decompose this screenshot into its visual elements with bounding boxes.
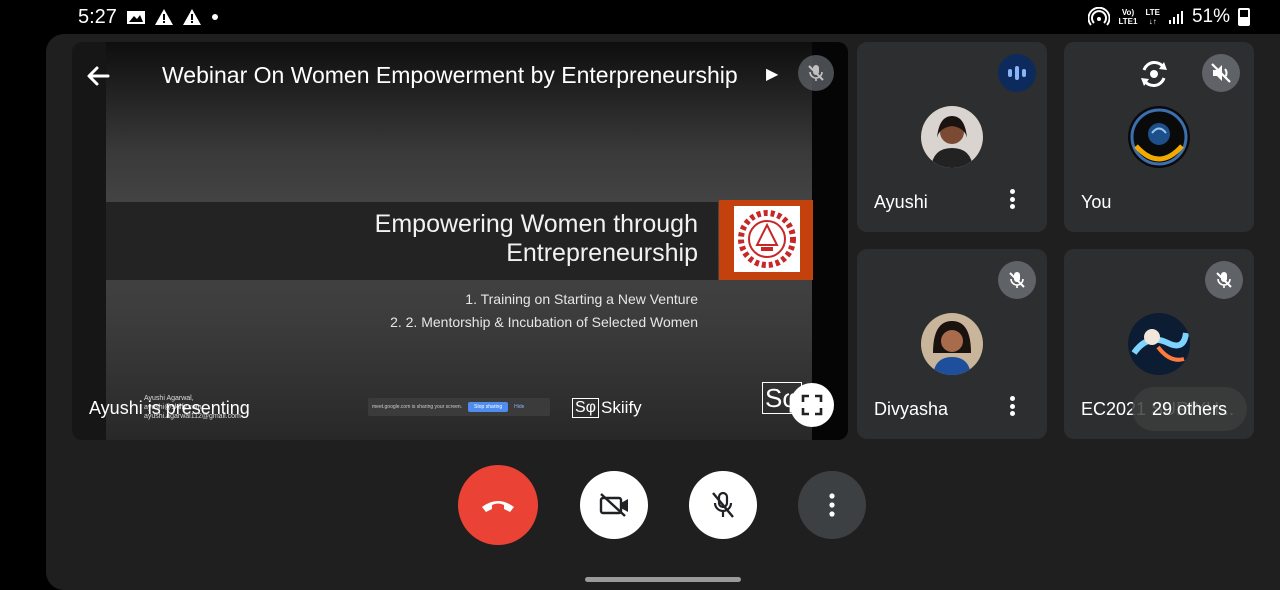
slide-title: Empowering Women through Entrepreneurshi… [374,210,698,267]
participant-tile-you[interactable]: You [1064,42,1254,232]
hide-link: Hide [514,404,525,410]
signal-icon [1168,11,1183,24]
phone-hangup-icon [482,501,514,512]
volte-indicator: Vo) LTE1 [1118,8,1138,26]
participant-name: You [1081,192,1112,212]
skiify-logo: Sφ Skiify [572,398,642,418]
fullscreen-button[interactable] [790,383,834,427]
speaking-indicator-icon [998,54,1036,92]
institute-logo [734,206,800,272]
letterbox-left [72,42,106,440]
home-indicator[interactable] [585,577,741,582]
camera-toggle-button[interactable] [580,471,648,539]
speaker-off-icon[interactable] [1202,54,1240,92]
dot-icon [212,14,218,20]
notification-icons [126,8,220,26]
letterbox-right [812,42,848,440]
others-count-badge[interactable]: 29 others [1132,387,1247,431]
participant-tile-others[interactable]: EC2021 SURIYH... 29 others [1064,249,1254,439]
more-vert-icon [829,493,835,517]
stop-sharing-button: Stop sharing [468,402,509,412]
more-options-button[interactable] [798,471,866,539]
mic-toggle-button[interactable] [689,471,757,539]
more-options-icon[interactable] [1005,393,1019,419]
presentation-tile[interactable]: Empowering Women through Entrepreneurshi… [72,42,848,440]
chevron-right-icon[interactable]: ▶ [766,64,778,84]
warning-icon [155,9,173,25]
meeting-title[interactable]: Webinar On Women Empowerment by Enterpre… [162,62,738,89]
hotspot-icon [1088,7,1111,26]
avatar [921,106,983,168]
back-arrow-icon[interactable] [84,62,112,90]
switch-camera-icon[interactable] [1136,56,1172,92]
presenting-label: Ayushi is presenting [89,398,250,418]
battery-percent: 51% [1191,6,1230,27]
participant-tile-divyasha[interactable]: Divyasha [857,249,1047,439]
status-right: Vo) LTE1 LTE ↓↑ 51% [1088,6,1250,28]
clock: 5:27 [78,6,117,28]
lte-indicator: LTE ↓↑ [1145,8,1160,26]
battery-icon [1238,8,1250,26]
mic-off-icon [712,491,734,518]
avatar [921,313,983,375]
avatar [1128,106,1190,168]
mic-off-icon [1205,261,1243,299]
hang-up-button[interactable] [458,465,538,545]
slide-bullet-1: 1. Training on Starting a New Venture [465,291,698,307]
screen-share-notice: meet.google.com is sharing your screen. … [368,398,550,416]
image-icon [127,11,145,24]
mic-off-icon [998,261,1036,299]
participant-name: Ayushi [874,192,928,212]
warning-icon [183,9,201,25]
fullscreen-icon [801,394,823,416]
presenter-mic-off-icon [798,55,834,91]
slide-bullet-2: 2. 2. Mentorship & Incubation of Selecte… [390,314,698,330]
avatar [1128,313,1190,375]
participant-name: Divyasha [874,399,949,419]
camera-off-icon [599,493,628,517]
seal-icon [738,210,796,268]
status-bar: 5:27 Vo) LTE1 LTE ↓↑ 51% [0,0,1280,36]
participant-tile-ayushi[interactable]: Ayushi [857,42,1047,232]
more-options-icon[interactable] [1005,186,1019,212]
